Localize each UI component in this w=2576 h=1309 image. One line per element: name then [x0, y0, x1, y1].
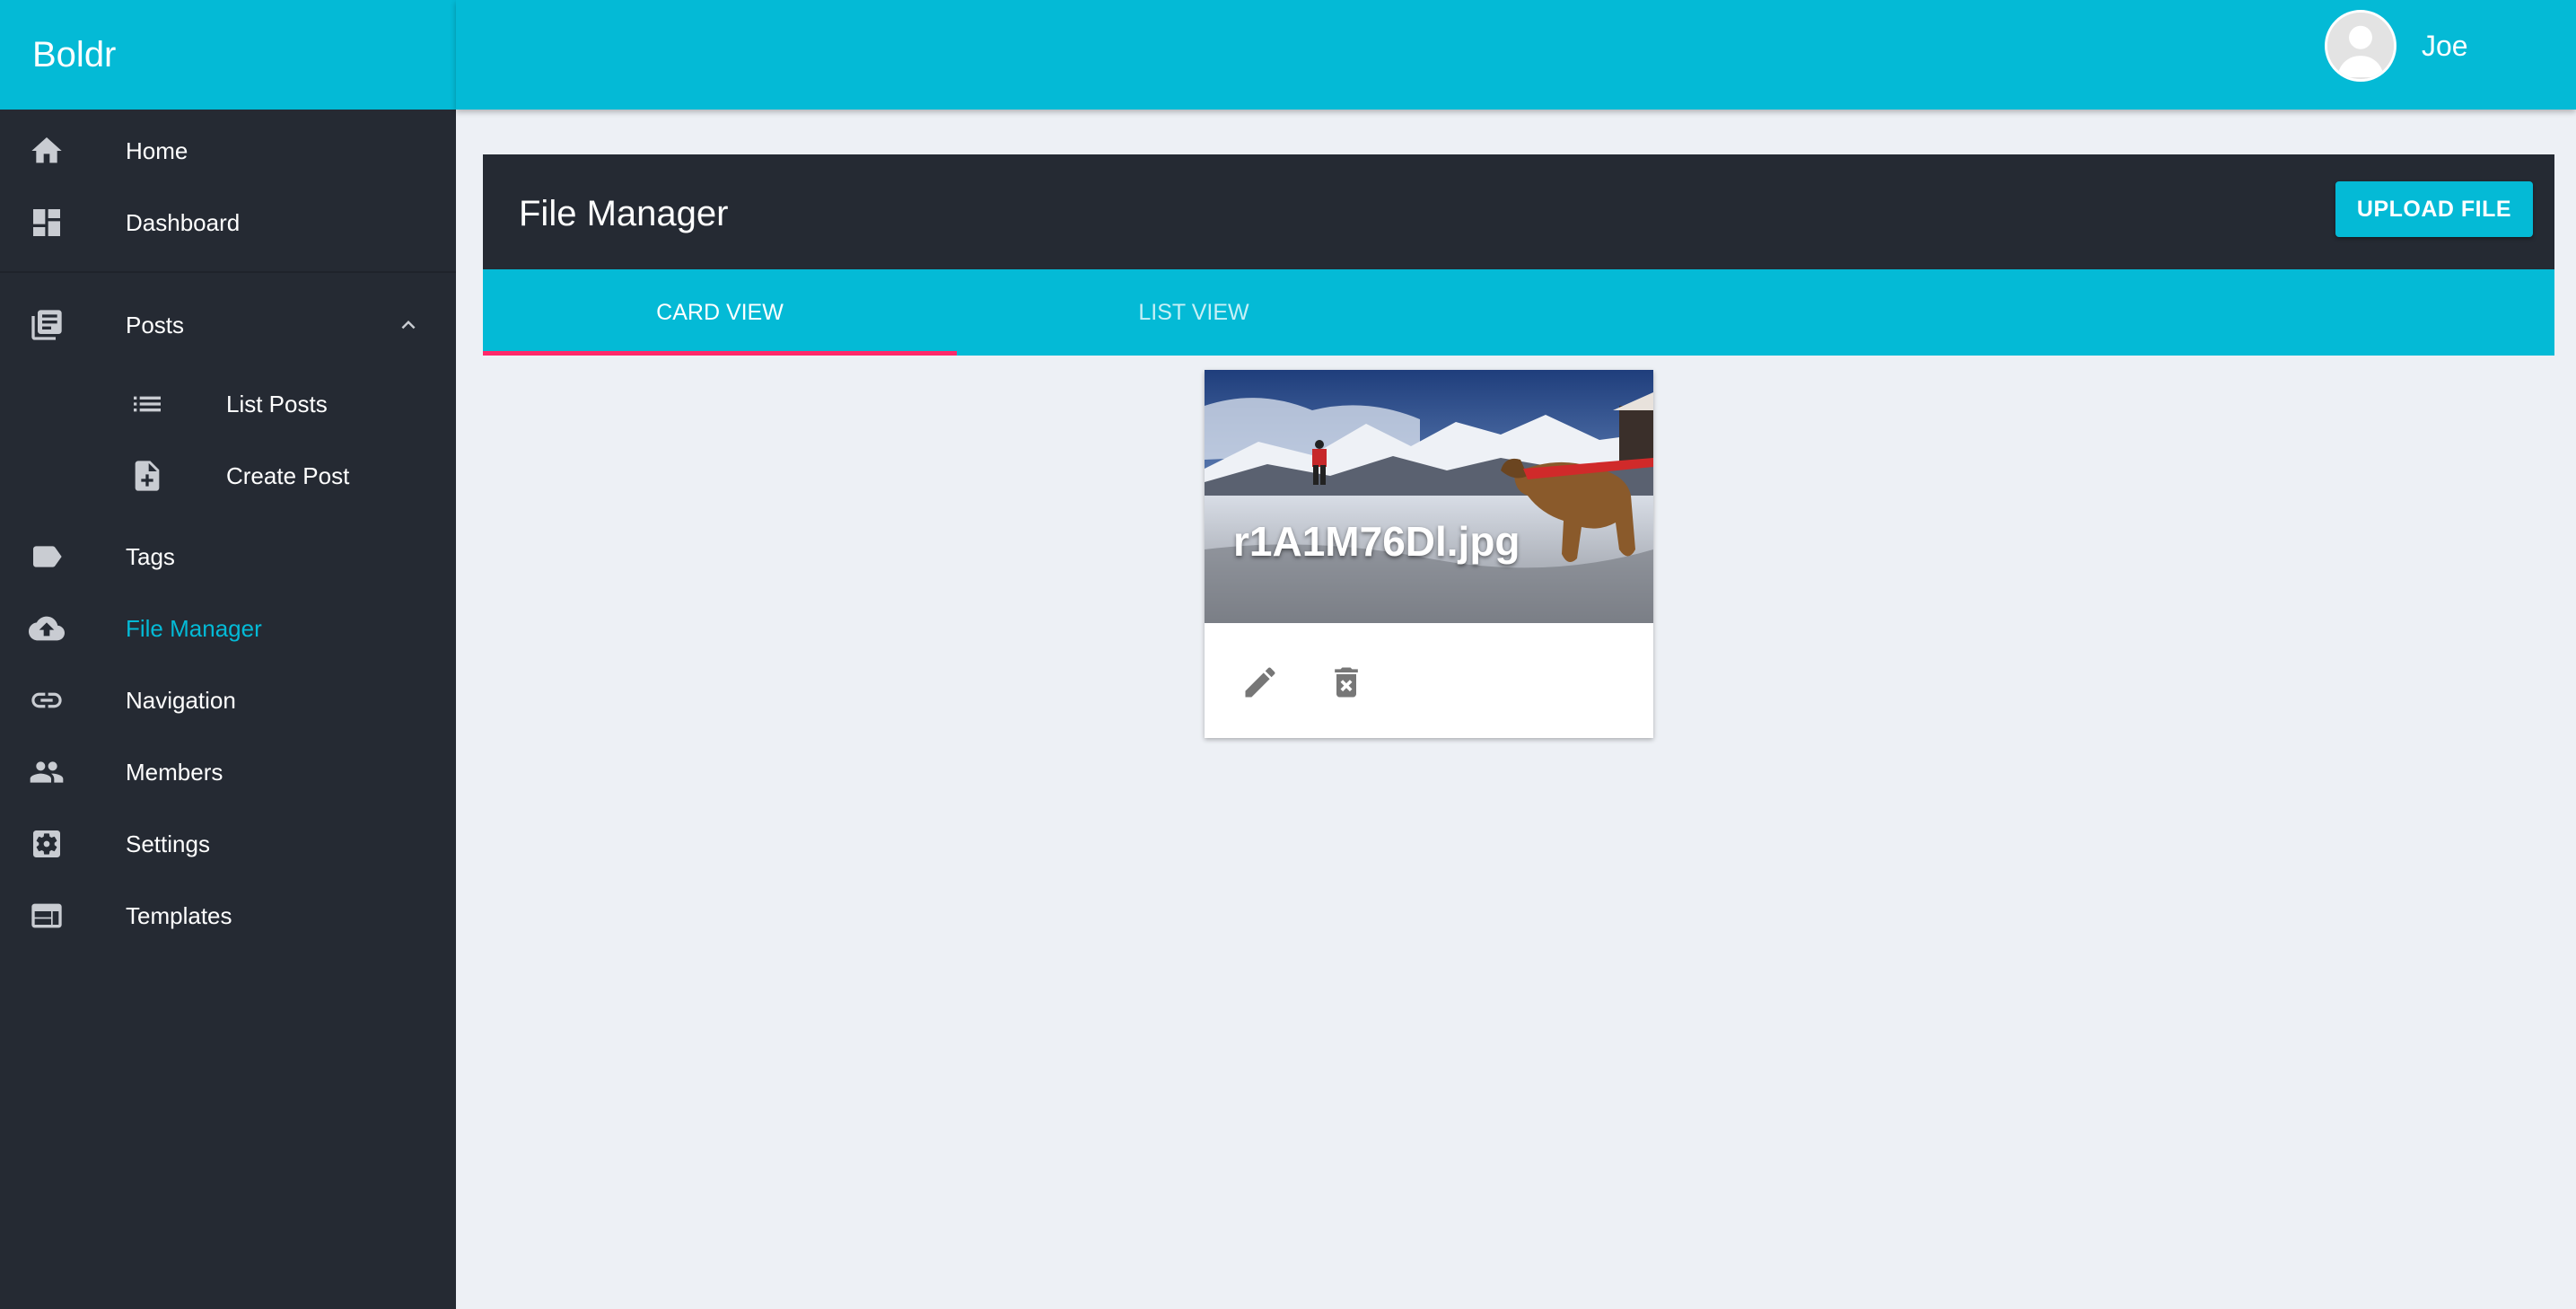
top-app-bar [456, 0, 2576, 110]
page-title: File Manager [519, 194, 729, 233]
user-name[interactable]: Joe [2422, 30, 2468, 63]
pencil-icon [1245, 667, 1275, 698]
tab-list-view[interactable]: LIST VIEW [957, 269, 1431, 356]
avatar-placeholder-icon [2327, 13, 2394, 79]
link-icon [27, 681, 66, 720]
view-tabs: CARD VIEW LIST VIEW [483, 269, 2554, 356]
sidebar-item-label: Settings [126, 830, 210, 857]
sidebar-item-label: List Posts [226, 390, 328, 417]
home-icon [27, 131, 66, 171]
delete-forever-icon [1335, 667, 1358, 698]
sidebar-item-label: Members [126, 758, 223, 786]
sidebar-item-navigation[interactable]: Navigation [0, 675, 456, 725]
sidebar-item-create-post[interactable]: Create Post [0, 451, 456, 501]
posts-icon [27, 305, 66, 345]
tag-icon [27, 537, 66, 576]
snow-mountain-photo [1205, 370, 1653, 623]
sidebar-item-label: Posts [126, 311, 185, 338]
cloud-upload-icon [27, 609, 66, 648]
edit-file-button[interactable] [1235, 657, 1285, 707]
active-tab-indicator [483, 351, 957, 356]
sidebar-item-label: Create Post [226, 461, 350, 489]
sidebar-item-tags[interactable]: Tags [0, 532, 456, 582]
brand-logo[interactable]: Boldr [0, 0, 456, 110]
web-icon [27, 896, 66, 936]
chevron-up-icon[interactable] [395, 312, 422, 338]
tab-card-view[interactable]: CARD VIEW [483, 269, 957, 356]
user-avatar[interactable] [2325, 10, 2396, 82]
dashboard-icon [27, 203, 66, 242]
sidebar-item-posts[interactable]: Posts [0, 300, 456, 350]
sidebar-item-label: File Manager [126, 614, 262, 642]
file-card: r1A1M76Dl.jpg [1205, 370, 1653, 738]
sidebar-item-label: Home [126, 136, 188, 164]
delete-file-button[interactable] [1321, 657, 1371, 707]
sidebar-item-dashboard[interactable]: Dashboard [0, 198, 456, 248]
sidebar-item-templates[interactable]: Templates [0, 891, 456, 941]
sidebar-item-label: Templates [126, 901, 232, 929]
list-icon [127, 384, 167, 424]
upload-file-button[interactable]: UPLOAD FILE [2335, 181, 2533, 237]
sidebar-item-label: Navigation [126, 686, 236, 714]
sidebar: Boldr Home Dashboard Posts List Posts Cr… [0, 0, 456, 1309]
people-icon [27, 752, 66, 792]
sidebar-item-members[interactable]: Members [0, 747, 456, 797]
sidebar-item-list-posts[interactable]: List Posts [0, 379, 456, 429]
file-manager-header: File Manager UPLOAD FILE [483, 154, 2554, 269]
sidebar-item-file-manager[interactable]: File Manager [0, 603, 456, 654]
file-name: r1A1M76Dl.jpg [1233, 518, 1520, 565]
sidebar-divider [0, 271, 456, 273]
sidebar-item-label: Dashboard [126, 208, 241, 236]
file-thumbnail[interactable]: r1A1M76Dl.jpg [1205, 370, 1653, 623]
sidebar-item-settings[interactable]: Settings [0, 819, 456, 869]
sidebar-item-home[interactable]: Home [0, 126, 456, 176]
note-add-icon [127, 456, 167, 496]
settings-icon [27, 824, 66, 864]
sidebar-item-label: Tags [126, 542, 175, 570]
